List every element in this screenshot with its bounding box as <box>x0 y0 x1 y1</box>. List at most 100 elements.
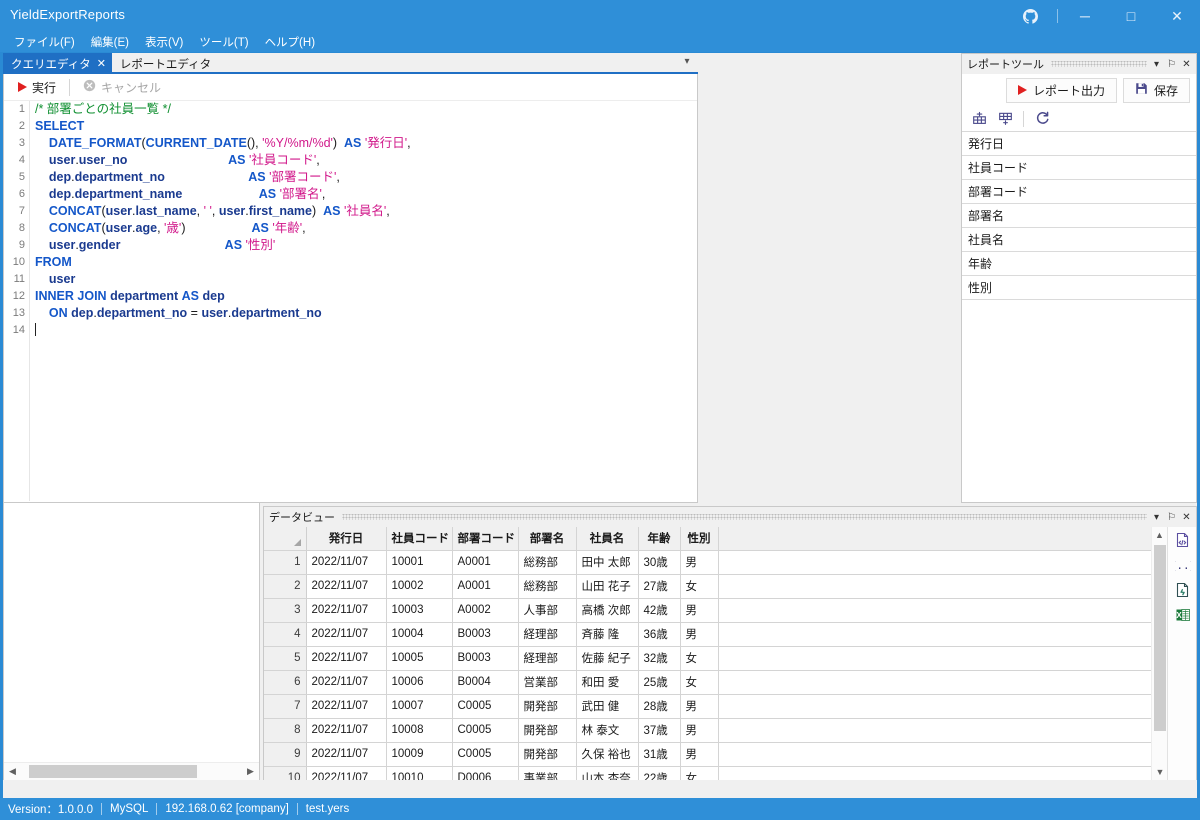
table-cell[interactable]: 斉藤 隆 <box>576 622 639 647</box>
row-number[interactable]: 7 <box>264 694 307 719</box>
table-row[interactable]: 9 2022/11/07 10009 C0005 開発部 久保 裕也 31歳男 <box>264 742 1167 767</box>
scroll-right-icon[interactable]: ▶ <box>242 763 259 780</box>
column-header[interactable]: 社員コード <box>386 527 453 551</box>
pin-icon[interactable]: ⚐ <box>1164 56 1179 72</box>
tab-close-icon[interactable]: ✕ <box>97 57 106 70</box>
select-all-corner[interactable] <box>264 527 307 551</box>
table-cell[interactable]: B0004 <box>452 670 519 695</box>
table-cell[interactable]: 事業部 <box>518 766 577 780</box>
table-cell[interactable]: A0001 <box>452 550 519 575</box>
chevron-down-icon[interactable]: ▾ <box>1149 509 1164 525</box>
table-cell[interactable]: 25歳 <box>638 670 681 695</box>
table-row[interactable]: 1 2022/11/07 10001 A0001 総務部 田中 太郎 30歳男 <box>264 550 1167 575</box>
refresh-icon[interactable] <box>1030 108 1054 130</box>
row-number[interactable]: 9 <box>264 742 307 767</box>
row-number[interactable]: 5 <box>264 646 307 671</box>
report-field[interactable]: 性別 <box>962 276 1196 300</box>
table-cell[interactable]: 男 <box>680 742 719 767</box>
add-table-icon[interactable] <box>967 108 991 130</box>
menu-tools[interactable]: ツール(T) <box>191 32 256 52</box>
table-cell[interactable]: C0005 <box>452 694 519 719</box>
table-cell[interactable]: 男 <box>680 622 719 647</box>
table-cell[interactable]: 武田 健 <box>576 694 639 719</box>
table-cell[interactable]: 36歳 <box>638 622 681 647</box>
scroll-track[interactable] <box>21 763 242 780</box>
table-cell[interactable]: 2022/11/07 <box>306 694 387 719</box>
menu-edit[interactable]: 編集(E) <box>83 32 137 52</box>
table-cell[interactable]: 総務部 <box>518 550 577 575</box>
table-cell[interactable]: 女 <box>680 766 719 780</box>
table-cell[interactable]: 27歳 <box>638 574 681 599</box>
scroll-thumb[interactable] <box>1154 545 1166 731</box>
run-query-button[interactable]: 実行 <box>10 76 64 98</box>
menu-help[interactable]: ヘルプ(H) <box>257 32 323 52</box>
row-number[interactable]: 2 <box>264 574 307 599</box>
table-cell[interactable]: 31歳 <box>638 742 681 767</box>
table-cell[interactable]: 2022/11/07 <box>306 766 387 780</box>
tree-horizontal-scrollbar[interactable]: ◀ ▶ <box>4 762 259 780</box>
table-cell[interactable]: 人事部 <box>518 598 577 623</box>
export-json-icon[interactable]: {..} <box>1168 552 1197 577</box>
table-cell[interactable]: 10009 <box>386 742 453 767</box>
table-cell[interactable]: 2022/11/07 <box>306 718 387 743</box>
report-field[interactable]: 部署名 <box>962 204 1196 228</box>
table-cell[interactable]: 経理部 <box>518 646 577 671</box>
table-row[interactable]: 4 2022/11/07 10004 B0003 経理部 斉藤 隆 36歳男 <box>264 622 1167 647</box>
data-grid-viewport[interactable]: 発行日 社員コード 部署コード 部署名 社員名 年齢 性別 1 2022/11/0… <box>264 527 1167 780</box>
row-number[interactable]: 6 <box>264 670 307 695</box>
tab-query-editor[interactable]: クエリエディタ ✕ <box>3 53 112 74</box>
table-cell[interactable]: 2022/11/07 <box>306 622 387 647</box>
table-cell[interactable]: 女 <box>680 574 719 599</box>
table-row[interactable]: 10 2022/11/07 10010 D0006 事業部 山本 杏奈 22歳女 <box>264 766 1167 780</box>
table-cell[interactable]: 10002 <box>386 574 453 599</box>
pin-icon[interactable]: ⚐ <box>1164 509 1179 525</box>
maximize-button[interactable]: □ <box>1108 0 1154 32</box>
export-excel-icon[interactable]: X <box>1168 602 1197 627</box>
table-cell[interactable]: 女 <box>680 670 719 695</box>
row-number[interactable]: 1 <box>264 550 307 575</box>
scroll-thumb[interactable] <box>29 765 197 778</box>
scroll-left-icon[interactable]: ◀ <box>4 763 21 780</box>
export-pdf-icon[interactable] <box>1168 577 1197 602</box>
close-button[interactable]: ✕ <box>1154 0 1200 32</box>
column-header[interactable]: 性別 <box>680 527 719 551</box>
table-cell[interactable]: 男 <box>680 718 719 743</box>
table-cell[interactable]: 2022/11/07 <box>306 670 387 695</box>
menu-file[interactable]: ファイル(F) <box>6 32 83 52</box>
table-cell[interactable]: 22歳 <box>638 766 681 780</box>
table-cell[interactable]: 男 <box>680 694 719 719</box>
minimize-button[interactable]: ─ <box>1062 0 1108 32</box>
tab-overflow-icon[interactable]: ▾ <box>680 56 694 67</box>
report-field[interactable]: 発行日 <box>962 132 1196 156</box>
export-report-button[interactable]: レポート出力 <box>1005 77 1117 103</box>
column-header[interactable]: 部署名 <box>518 527 577 551</box>
report-field[interactable]: 年齢 <box>962 252 1196 276</box>
table-row[interactable]: 2 2022/11/07 10002 A0001 総務部 山田 花子 27歳女 <box>264 574 1167 599</box>
table-cell[interactable]: 2022/11/07 <box>306 574 387 599</box>
column-header[interactable]: 部署コード <box>452 527 519 551</box>
table-cell[interactable]: 和田 愛 <box>576 670 639 695</box>
report-field[interactable]: 社員コード <box>962 156 1196 180</box>
sql-code-area[interactable]: 1 2 3 4 5 6 7 8 9 10 11 12 13 14 /* 部署ごと… <box>4 101 697 501</box>
cancel-query-button[interactable]: キャンセル <box>75 76 169 98</box>
data-grid-vertical-scrollbar[interactable]: ▲ ▼ <box>1151 527 1167 780</box>
table-cell[interactable]: A0001 <box>452 574 519 599</box>
table-cell[interactable]: 高橋 次郎 <box>576 598 639 623</box>
table-cell[interactable]: 42歳 <box>638 598 681 623</box>
table-cell[interactable]: 10006 <box>386 670 453 695</box>
table-cell[interactable]: 10010 <box>386 766 453 780</box>
table-cell[interactable]: 女 <box>680 646 719 671</box>
table-cell[interactable]: 28歳 <box>638 694 681 719</box>
row-number[interactable]: 10 <box>264 766 307 780</box>
table-cell[interactable]: 2022/11/07 <box>306 742 387 767</box>
table-row[interactable]: 7 2022/11/07 10007 C0005 開発部 武田 健 28歳男 <box>264 694 1167 719</box>
table-cell[interactable]: 開発部 <box>518 718 577 743</box>
table-cell[interactable]: 10004 <box>386 622 453 647</box>
table-cell[interactable]: 山本 杏奈 <box>576 766 639 780</box>
table-cell[interactable]: 男 <box>680 550 719 575</box>
github-icon[interactable] <box>1007 0 1053 32</box>
row-number[interactable]: 4 <box>264 622 307 647</box>
table-cell[interactable]: 2022/11/07 <box>306 550 387 575</box>
table-cell[interactable]: 30歳 <box>638 550 681 575</box>
table-cell[interactable]: 経理部 <box>518 622 577 647</box>
